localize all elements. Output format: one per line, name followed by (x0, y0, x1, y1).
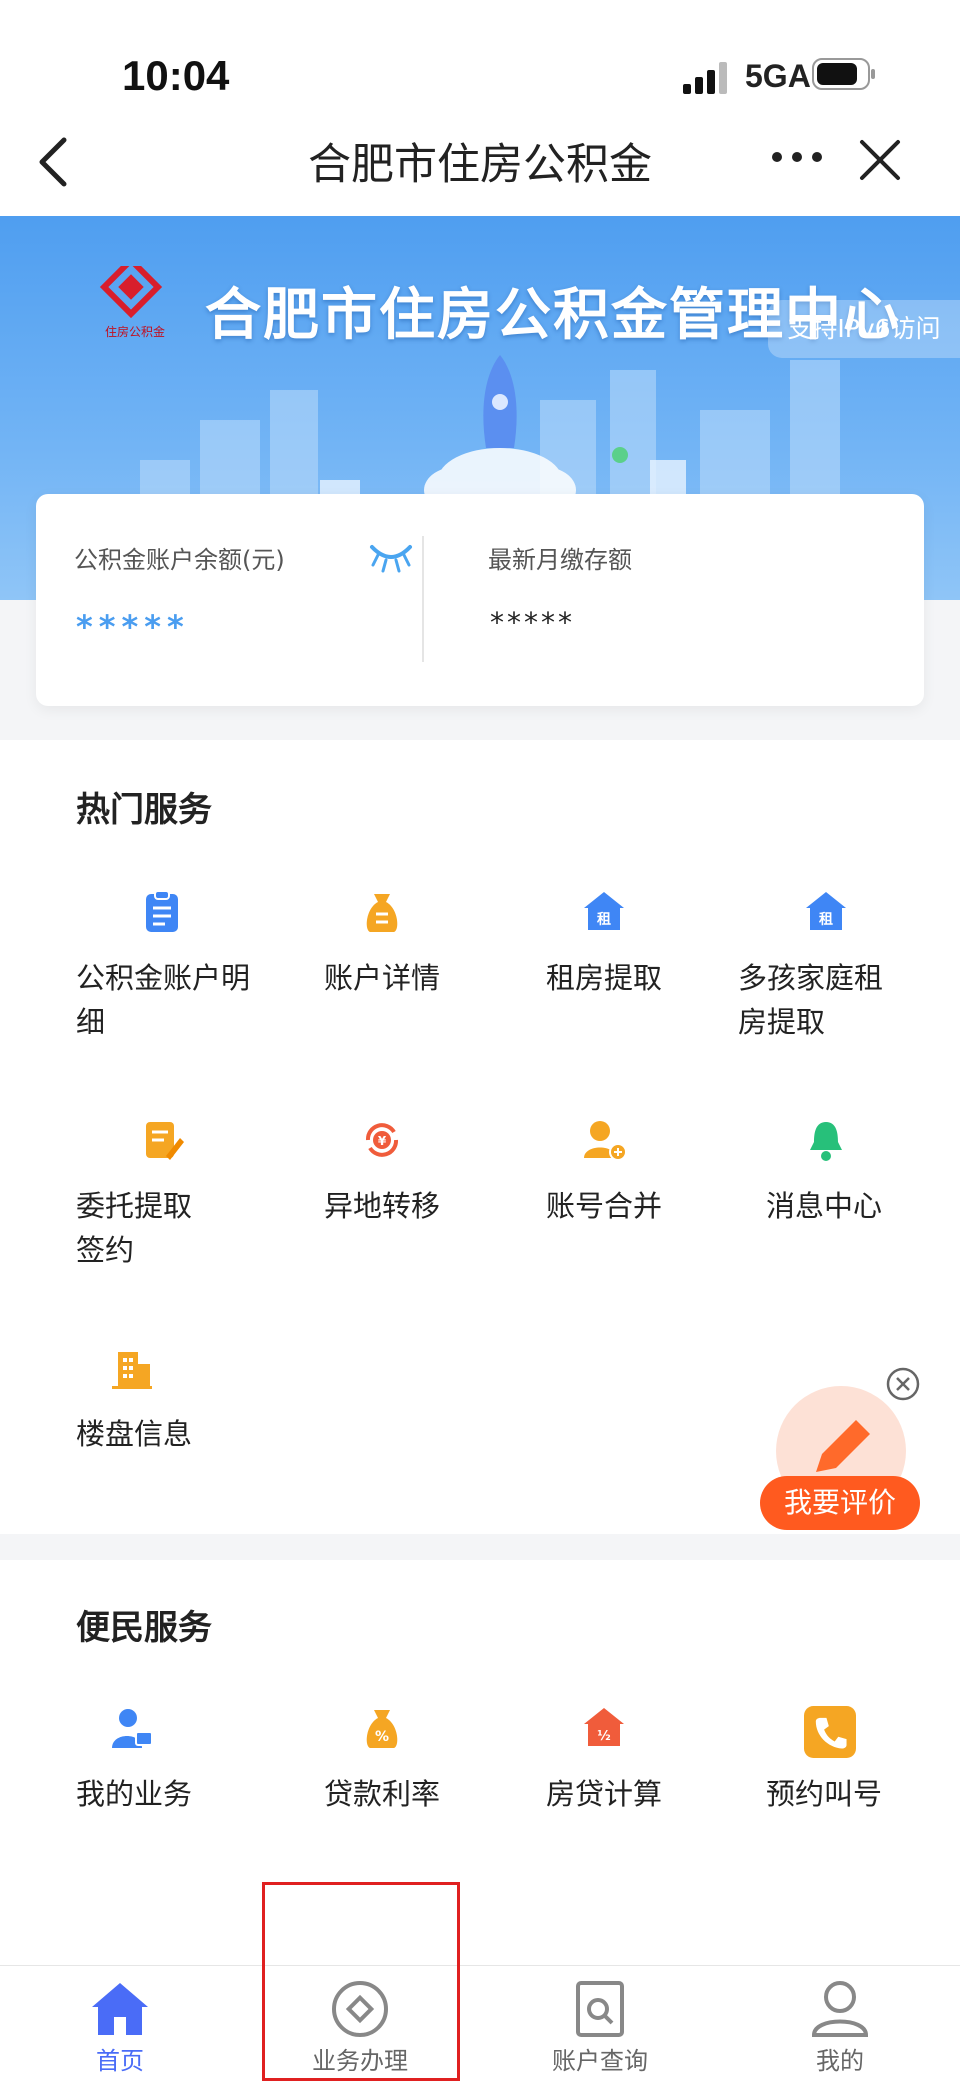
service-label: 公积金账户明细 (76, 961, 251, 1039)
housing-fund-logo-icon: 住房公积金 (99, 266, 165, 339)
contract-icon (146, 1122, 184, 1160)
network-type: 5GA (745, 58, 811, 94)
status-time: 10:04 (122, 52, 230, 99)
clipboard-icon (146, 890, 178, 932)
money-bag-icon (366, 894, 398, 932)
account-card (36, 494, 924, 706)
transfer-icon: ¥ (366, 1123, 398, 1157)
bell-icon (810, 1122, 842, 1161)
service-label: 账户详情 (324, 961, 441, 995)
svg-text:住房公积金: 住房公积金 (105, 324, 165, 339)
balance-value: ***** (76, 608, 190, 646)
service-label: 委托提取签约 (76, 1189, 193, 1267)
house-calc-icon: ½ (584, 1708, 624, 1746)
rating-close-icon[interactable] (885, 1366, 921, 1402)
svg-text:租: 租 (597, 911, 611, 928)
tab-label: 首页 (96, 2047, 144, 2075)
service-label: 楼盘信息 (76, 1417, 193, 1451)
svg-text:¥: ¥ (378, 1134, 387, 1148)
svg-text:½: ½ (597, 1729, 610, 1744)
building-icon (112, 1352, 152, 1389)
service-label: 我的业务 (76, 1777, 193, 1811)
convenience-services-title: 便民服务 (76, 1608, 212, 1648)
house-rent-icon: 租 (584, 892, 624, 930)
service-label: 异地转移 (324, 1189, 441, 1223)
service-label: 租房提取 (546, 961, 663, 995)
tab-label: 账户查询 (552, 2047, 648, 2075)
service-label: 多孩家庭租房提取 (738, 961, 884, 1039)
ipv6-badge: 支持IPv6访问 (768, 300, 960, 358)
eye-closed-icon[interactable] (368, 535, 414, 575)
balance-label: 公积金账户余额(元) (74, 546, 285, 574)
signal-icon (683, 62, 727, 94)
highlight-box (262, 1882, 460, 2081)
user-briefcase-icon (112, 1709, 153, 1748)
svg-text:%: % (375, 1729, 389, 1745)
service-label: 账号合并 (546, 1189, 663, 1223)
account-query-icon (576, 1981, 624, 2037)
house-rent-icon: 租 (806, 892, 846, 930)
battery-icon (812, 58, 875, 90)
close-icon[interactable] (858, 138, 902, 182)
service-label: 贷款利率 (324, 1777, 441, 1811)
home-icon (92, 1983, 148, 2035)
rating-button[interactable]: 我要评价 (760, 1476, 920, 1530)
service-label: 预约叫号 (766, 1777, 883, 1811)
monthly-deposit-value: ***** (490, 606, 575, 639)
svg-text:租: 租 (819, 911, 833, 928)
user-add-icon (584, 1121, 626, 1161)
percent-bag-icon: % (366, 1710, 398, 1748)
phone-icon (804, 1706, 856, 1758)
more-icon[interactable] (770, 150, 824, 164)
card-divider (422, 536, 424, 662)
profile-icon (811, 1981, 869, 2037)
tab-label: 我的 (816, 2047, 864, 2075)
service-label: 房贷计算 (546, 1777, 663, 1811)
service-label: 消息中心 (766, 1189, 883, 1223)
monthly-deposit-label: 最新月缴存额 (488, 546, 632, 574)
hot-services-title: 热门服务 (76, 790, 212, 830)
